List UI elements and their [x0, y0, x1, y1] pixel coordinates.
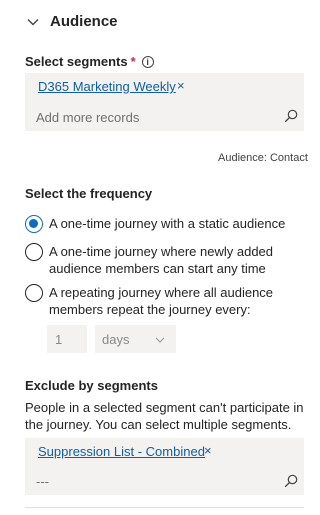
- repeat-unit-value: days: [102, 332, 130, 347]
- repeat-count-value: 1: [55, 332, 63, 347]
- option-label: audience members can start any time: [49, 261, 266, 276]
- audience-note: Audience: Contact: [218, 152, 308, 164]
- segments-lookup[interactable]: D365 Marketing Weekly × Add more records: [25, 73, 304, 131]
- option-label: members repeat the journey every:: [49, 302, 251, 317]
- search-icon[interactable]: [284, 474, 298, 488]
- frequency-label: Select the frequency: [25, 186, 153, 201]
- option-label: A repeating journey where all audience: [49, 285, 274, 300]
- segment-tag-label[interactable]: D365 Marketing Weekly: [38, 79, 176, 94]
- info-icon[interactable]: i: [141, 56, 154, 68]
- repeat-count-input[interactable]: 1: [47, 325, 87, 353]
- exclude-tag-remove-icon[interactable]: ×: [204, 443, 212, 458]
- repeat-unit-select[interactable]: days: [95, 325, 176, 353]
- option-label: A one-time journey with a static audienc…: [49, 216, 286, 231]
- required-marker: *: [130, 54, 136, 69]
- option-label: A one-time journey where newly added: [49, 244, 274, 259]
- segments-label: Select segments * i: [25, 54, 154, 69]
- frequency-option-repeating[interactable]: A repeating journey where all audience m…: [25, 283, 305, 319]
- exclude-lookup[interactable]: Suppression List - Combined × ---: [25, 438, 304, 495]
- radio-one-time-static[interactable]: [25, 215, 43, 233]
- segments-label-text: Select segments: [25, 54, 128, 69]
- segment-tag-remove-icon[interactable]: ×: [177, 78, 185, 93]
- chevron-down-icon: [155, 337, 165, 343]
- section-divider: [25, 507, 304, 508]
- exclude-description-line1: People in a selected segment can't parti…: [25, 400, 304, 415]
- segments-search-input[interactable]: Add more records: [36, 110, 139, 125]
- frequency-option-one-time-dynamic[interactable]: A one-time journey where newly added aud…: [25, 242, 305, 278]
- frequency-option-one-time[interactable]: A one-time journey with a static audienc…: [25, 214, 305, 234]
- radio-repeating[interactable]: [25, 284, 43, 302]
- exclude-tag-label[interactable]: Suppression List - Combined: [38, 444, 205, 459]
- exclude-description-line2: the journey. You can select multiple seg…: [25, 417, 292, 432]
- exclude-search-input[interactable]: ---: [36, 474, 49, 489]
- exclude-label: Exclude by segments: [25, 378, 158, 393]
- section-title: Audience: [50, 13, 118, 30]
- search-icon[interactable]: [284, 109, 298, 123]
- radio-one-time-dynamic[interactable]: [25, 243, 43, 261]
- chevron-down-icon: [27, 19, 39, 26]
- audience-section-header[interactable]: Audience: [0, 0, 317, 44]
